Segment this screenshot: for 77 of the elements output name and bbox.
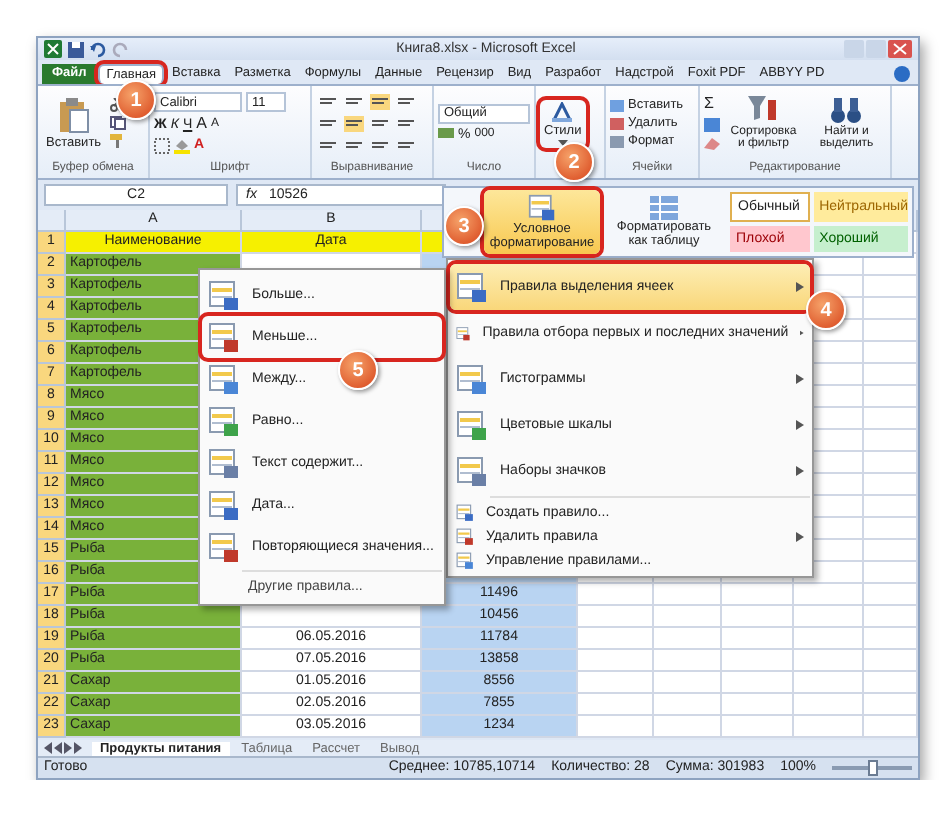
clipboard-icon — [57, 97, 90, 134]
styles-icon — [552, 101, 573, 122]
table-cell — [864, 429, 918, 452]
borders-icon[interactable] — [154, 138, 170, 155]
table-cell — [654, 649, 722, 672]
table-cell — [578, 715, 654, 738]
table-cell — [864, 407, 918, 430]
table-cell — [864, 495, 918, 518]
table-cell — [864, 363, 918, 386]
table-cell — [864, 539, 918, 562]
table-cell — [578, 649, 654, 672]
table-cell — [864, 385, 918, 408]
table-cell — [864, 319, 918, 342]
submenu-arrow-icon — [796, 466, 804, 476]
table-cell — [722, 605, 794, 628]
table-cell — [722, 715, 794, 738]
fill-icon[interactable] — [704, 118, 720, 133]
table-cell — [864, 297, 918, 320]
table-cell — [794, 627, 864, 650]
table-cell — [722, 627, 794, 650]
conditional-formatting-icon — [528, 193, 556, 222]
binoculars-icon — [830, 95, 863, 124]
table-cell — [864, 275, 918, 298]
table-cell — [578, 693, 654, 716]
table-cell — [654, 671, 722, 694]
table-cell — [864, 649, 918, 672]
table-style-icon — [650, 195, 678, 220]
submenu-arrow-icon — [796, 531, 804, 541]
undo-icon[interactable] — [90, 41, 106, 58]
currency-icon[interactable] — [438, 128, 454, 143]
excel-logo-icon — [44, 40, 62, 59]
eraser-icon[interactable] — [704, 136, 720, 151]
window-controls-icon[interactable] — [844, 40, 912, 59]
submenu-arrow-icon — [796, 374, 804, 384]
table-cell — [864, 473, 918, 496]
table-cell — [794, 693, 864, 716]
table-cell — [864, 561, 918, 584]
table-cell — [794, 715, 864, 738]
table-cell — [864, 517, 918, 540]
help-icon[interactable] — [894, 65, 910, 82]
table-cell — [578, 671, 654, 694]
table-cell — [864, 693, 918, 716]
table-cell — [654, 693, 722, 716]
table-cell — [578, 583, 654, 606]
table-cell — [722, 693, 794, 716]
caret-icon — [557, 139, 568, 146]
fill-color-icon[interactable] — [174, 138, 190, 155]
table-cell — [794, 583, 864, 606]
table-cell — [722, 583, 794, 606]
table-cell — [864, 583, 918, 606]
table-cell — [864, 715, 918, 738]
zoom-slider[interactable] — [832, 760, 912, 777]
table-cell — [864, 605, 918, 628]
table-cell — [578, 627, 654, 650]
zoom-slider-thumb[interactable] — [868, 760, 878, 777]
table-cell — [864, 627, 918, 650]
table-cell — [578, 605, 654, 628]
table-cell — [722, 649, 794, 672]
table-cell — [654, 627, 722, 650]
table-cell — [654, 715, 722, 738]
table-cell — [722, 671, 794, 694]
grow-font-button[interactable]: A — [196, 116, 207, 135]
submenu-arrow-icon — [796, 420, 804, 430]
save-icon[interactable] — [68, 41, 84, 58]
brush-icon[interactable] — [109, 134, 126, 149]
table-cell — [654, 605, 722, 628]
sort-funnel-icon — [747, 95, 780, 124]
table-cell — [864, 671, 918, 694]
table-cell — [794, 649, 864, 672]
copy-icon[interactable] — [109, 116, 126, 131]
table-cell — [654, 583, 722, 606]
table-cell — [794, 605, 864, 628]
submenu-arrow-icon — [796, 282, 804, 292]
autosum-button[interactable]: Σ — [704, 96, 714, 115]
table-cell — [794, 671, 864, 694]
table-cell — [864, 341, 918, 364]
table-cell — [864, 451, 918, 474]
